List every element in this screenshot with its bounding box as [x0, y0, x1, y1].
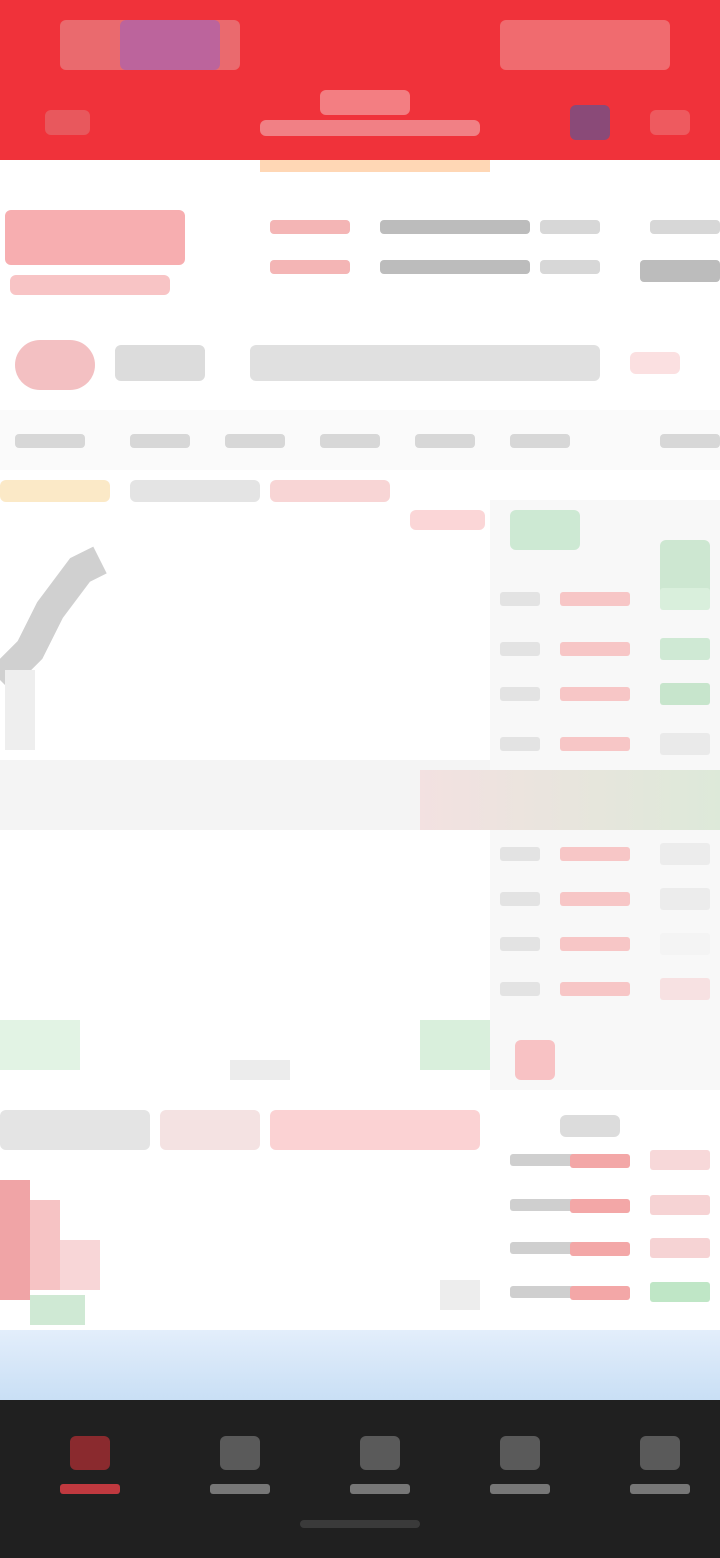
ask-row[interactable] — [490, 630, 720, 670]
orderbook-header-ask[interactable] — [510, 510, 580, 550]
spread-band — [420, 770, 720, 830]
volume-chart — [0, 1160, 490, 1330]
quote-stat-6 — [540, 260, 600, 274]
ask-row[interactable] — [490, 675, 720, 715]
ask-row[interactable] — [490, 725, 720, 765]
nav-label — [490, 1484, 550, 1494]
instrument-info — [250, 345, 600, 381]
quote-stat-3 — [380, 220, 530, 234]
quote-summary — [0, 195, 720, 315]
chart-tabs — [0, 410, 720, 470]
nav-account-icon — [640, 1436, 680, 1470]
legend-text-2 — [270, 480, 390, 502]
legend-price-tag — [410, 510, 485, 530]
info-strip[interactable] — [0, 1330, 720, 1400]
nav-orders-icon — [500, 1436, 540, 1470]
volume-axis-label — [440, 1280, 480, 1310]
legend-swatch — [0, 480, 110, 502]
chart-low-tag — [0, 1020, 80, 1070]
chart-tab-3[interactable] — [225, 434, 285, 448]
header-menu-icon[interactable] — [650, 110, 690, 135]
instrument-bar[interactable] — [0, 330, 720, 400]
quote-stat-2 — [270, 260, 350, 274]
nav-item-3[interactable] — [330, 1430, 430, 1510]
header-subtitle — [260, 120, 480, 136]
indicator-label-2 — [160, 1110, 260, 1150]
header-left-tab-highlight — [120, 20, 220, 70]
top-header — [0, 0, 720, 160]
volume-bar — [30, 1200, 60, 1290]
quote-stat-8 — [640, 260, 720, 282]
trades-title — [560, 1115, 620, 1137]
volume-bar — [30, 1295, 85, 1325]
nav-item-4[interactable] — [470, 1430, 570, 1510]
orderbook-footer-tag — [515, 1040, 555, 1080]
chart-tab-4[interactable] — [320, 434, 380, 448]
chart-right-tag — [420, 1020, 490, 1070]
bid-row[interactable] — [490, 925, 720, 965]
instrument-logo-icon — [15, 340, 95, 390]
trade-row — [490, 1272, 720, 1316]
trade-row — [490, 1140, 720, 1184]
indicator-row — [0, 1100, 490, 1160]
chart-tab-6[interactable] — [510, 434, 570, 448]
legend-text-1 — [130, 480, 260, 502]
header-underline — [260, 160, 490, 172]
volume-chart-svg — [0, 1180, 480, 1325]
quote-stat-7 — [650, 220, 720, 234]
chart-time-label — [230, 1060, 290, 1080]
chart-mid-band — [0, 760, 490, 830]
instrument-tag — [630, 352, 680, 374]
home-indicator — [300, 1520, 420, 1528]
quote-stat-1 — [270, 220, 350, 234]
chart-tab-5[interactable] — [415, 434, 475, 448]
volume-bar — [60, 1240, 100, 1290]
ask-row[interactable] — [490, 580, 720, 620]
nav-label — [630, 1484, 690, 1494]
nav-item-1[interactable] — [40, 1430, 140, 1510]
bid-row[interactable] — [490, 880, 720, 920]
header-action-icon[interactable] — [570, 105, 610, 140]
header-back-button[interactable] — [45, 110, 90, 135]
trade-row — [490, 1228, 720, 1272]
price-chart[interactable] — [0, 530, 490, 1100]
chart-tab-2[interactable] — [130, 434, 190, 448]
volume-bar — [0, 1180, 30, 1300]
chart-legend — [0, 470, 490, 530]
nav-markets-icon — [220, 1436, 260, 1470]
trade-row — [490, 1185, 720, 1229]
nav-item-2[interactable] — [190, 1430, 290, 1510]
nav-label — [350, 1484, 410, 1494]
indicator-label-1[interactable] — [0, 1110, 150, 1150]
price-chart-svg — [0, 546, 490, 1080]
nav-label — [210, 1484, 270, 1494]
instrument-name — [115, 345, 205, 381]
price-line — [0, 546, 107, 691]
nav-label — [60, 1484, 120, 1494]
last-price — [5, 210, 185, 265]
chart-tab-1[interactable] — [15, 434, 85, 448]
bid-row[interactable] — [490, 835, 720, 875]
bid-row[interactable] — [490, 970, 720, 1010]
quote-stat-5 — [540, 220, 600, 234]
price-change — [10, 275, 170, 295]
nav-trade-icon — [360, 1436, 400, 1470]
header-title — [320, 90, 410, 115]
header-right-tab[interactable] — [500, 20, 670, 70]
nav-home-icon — [70, 1436, 110, 1470]
quote-stat-4 — [380, 260, 530, 274]
indicator-label-3 — [270, 1110, 480, 1150]
chart-tab-7[interactable] — [660, 434, 720, 448]
nav-item-5[interactable] — [610, 1430, 710, 1510]
